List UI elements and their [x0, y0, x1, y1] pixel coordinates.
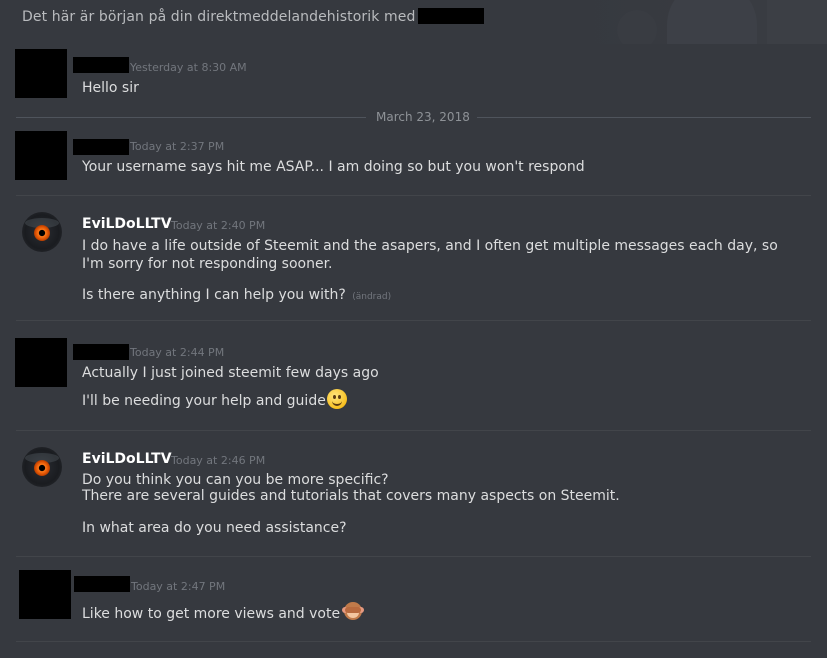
message-timestamp: Yesterday at 8:30 AM	[130, 61, 247, 74]
message-text: Like how to get more views and vote	[82, 601, 365, 623]
message-text: Your username says hit me ASAP... I am d…	[82, 159, 585, 175]
slightly-smiling-face-icon	[326, 389, 347, 409]
dm-history-intro-text: Det här är början på din direktmeddeland…	[22, 9, 416, 25]
message-group-divider	[16, 430, 811, 431]
message-author[interactable]: EviLDoLLTV	[82, 216, 172, 232]
message-author[interactable]: EviLDoLLTV	[82, 451, 172, 467]
date-divider-line	[16, 117, 366, 118]
message-text: Actually I just joined steemit few days …	[82, 365, 379, 381]
avatar-eye-icon	[34, 460, 50, 476]
message-text: In what area do you need assistance?	[82, 520, 347, 536]
message-timestamp: Today at 2:37 PM	[130, 140, 225, 153]
username-redacted[interactable]	[73, 344, 129, 360]
message-text-content: Like how to get more views and vote	[82, 606, 341, 622]
avatar[interactable]	[19, 570, 71, 619]
channel-header: Det här är början på din direktmeddeland…	[0, 0, 827, 44]
message-timestamp: Today at 2:46 PM	[171, 454, 266, 467]
username-redacted[interactable]	[73, 139, 129, 155]
avatar[interactable]	[22, 212, 62, 252]
message-text: I'll be needing your help and guide	[82, 389, 347, 410]
username-redacted[interactable]	[74, 576, 130, 592]
message-group-divider	[16, 641, 811, 642]
message-group-divider	[16, 556, 811, 557]
date-divider-line	[477, 117, 811, 118]
header-decoration	[607, 0, 827, 44]
avatar[interactable]	[22, 447, 62, 487]
message-timestamp: Today at 2:40 PM	[171, 219, 266, 232]
avatar[interactable]	[15, 49, 67, 98]
message-text: There are several guides and tutorials t…	[82, 488, 620, 504]
redacted-username	[418, 8, 485, 24]
username-redacted[interactable]	[73, 57, 129, 73]
avatar[interactable]	[15, 131, 67, 180]
date-divider: March 23, 2018	[376, 110, 470, 124]
dm-history-intro: Det här är början på din direktmeddeland…	[22, 8, 485, 25]
message-group-divider	[16, 320, 811, 321]
message-timestamp: Today at 2:44 PM	[130, 346, 225, 359]
message-timestamp: Today at 2:47 PM	[131, 580, 226, 593]
see-no-evil-monkey-icon	[342, 601, 365, 623]
edited-label: (ändrad)	[352, 292, 392, 302]
message-text: I do have a life outside of Steemit and …	[82, 238, 778, 272]
message-text-content: I'll be needing your help and guide	[82, 393, 326, 409]
avatar[interactable]	[15, 338, 67, 387]
message-group-divider	[16, 195, 811, 196]
message-text: Is there anything I can help you with? (…	[82, 286, 391, 306]
message-text: Hello sir	[82, 80, 139, 96]
message-text-content: Is there anything I can help you with?	[82, 287, 346, 303]
avatar-eye-icon	[34, 225, 50, 241]
